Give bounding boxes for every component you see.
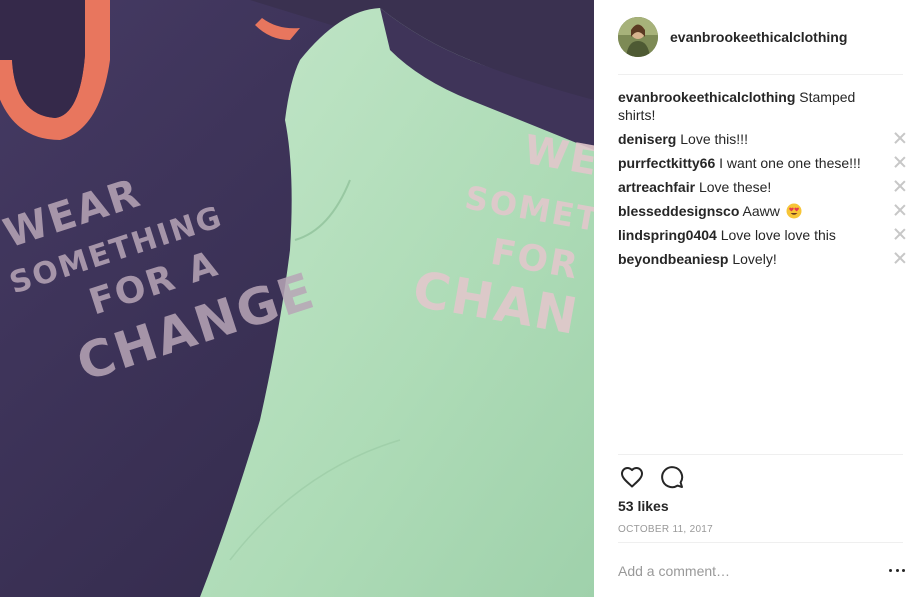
shirts-image: WEAR SOMETHING FOR A CHANGE WE SOMETH FO…: [0, 0, 594, 597]
ellipsis-icon: [889, 568, 892, 572]
comment-button[interactable]: [658, 463, 686, 491]
comment-text: Lovely!: [732, 251, 777, 267]
caption-username[interactable]: evanbrookeethicalclothing: [618, 89, 795, 105]
more-options-button[interactable]: [889, 562, 905, 578]
list-item: lindspring0404 Love love love this: [618, 226, 907, 244]
divider: [618, 74, 903, 75]
comment-text: Love love love this: [720, 227, 836, 243]
list-item: artreachfair Love these!: [618, 178, 907, 196]
like-button[interactable]: [618, 463, 646, 491]
comment-text: Love these!: [698, 179, 772, 195]
post-actions: [618, 463, 698, 491]
comment-text: Aaww: [742, 203, 780, 219]
add-comment-input[interactable]: [618, 560, 878, 582]
close-icon[interactable]: [893, 155, 907, 169]
comment-username[interactable]: blesseddesignsco: [618, 203, 739, 219]
comment-username[interactable]: lindspring0404: [618, 227, 717, 243]
post-header: evanbrookeethicalclothing: [618, 16, 903, 58]
divider: [618, 454, 903, 455]
post-caption: evanbrookeethicalclothing Stamped shirts…: [618, 88, 907, 124]
list-item: beyondbeaniesp Lovely!: [618, 250, 907, 268]
close-icon[interactable]: [893, 179, 907, 193]
list-item: blesseddesignsco Aaww: [618, 202, 907, 220]
close-icon[interactable]: [893, 251, 907, 265]
close-icon[interactable]: [893, 131, 907, 145]
comment-text: Love this!!!: [680, 131, 748, 147]
post-side-panel: evanbrookeethicalclothing evanbrookeethi…: [594, 0, 923, 597]
post-date: OCTOBER 11, 2017: [618, 524, 714, 535]
list-item: deniserg Love this!!!: [618, 130, 907, 148]
heart-outline-icon: [621, 467, 643, 488]
heart-eyes-emoji-icon: [786, 203, 802, 219]
close-icon[interactable]: [893, 203, 907, 217]
comment-username[interactable]: deniserg: [618, 131, 676, 147]
list-item: purrfectkitty66 I want one one these!!!: [618, 154, 907, 172]
close-icon[interactable]: [893, 227, 907, 241]
header-username[interactable]: evanbrookeethicalclothing: [670, 29, 847, 45]
avatar[interactable]: [618, 17, 658, 57]
comment-username[interactable]: artreachfair: [618, 179, 695, 195]
comment-username[interactable]: purrfectkitty66: [618, 155, 715, 171]
speech-bubble-icon: [661, 466, 684, 489]
comment-username[interactable]: beyondbeaniesp: [618, 251, 728, 267]
likes-count[interactable]: 53 likes: [618, 498, 669, 514]
comments-list: evanbrookeethicalclothing Stamped shirts…: [618, 88, 907, 274]
comment-text: I want one one these!!!: [719, 155, 861, 171]
divider: [618, 542, 903, 543]
post-photo[interactable]: WEAR SOMETHING FOR A CHANGE WE SOMETH FO…: [0, 0, 594, 597]
